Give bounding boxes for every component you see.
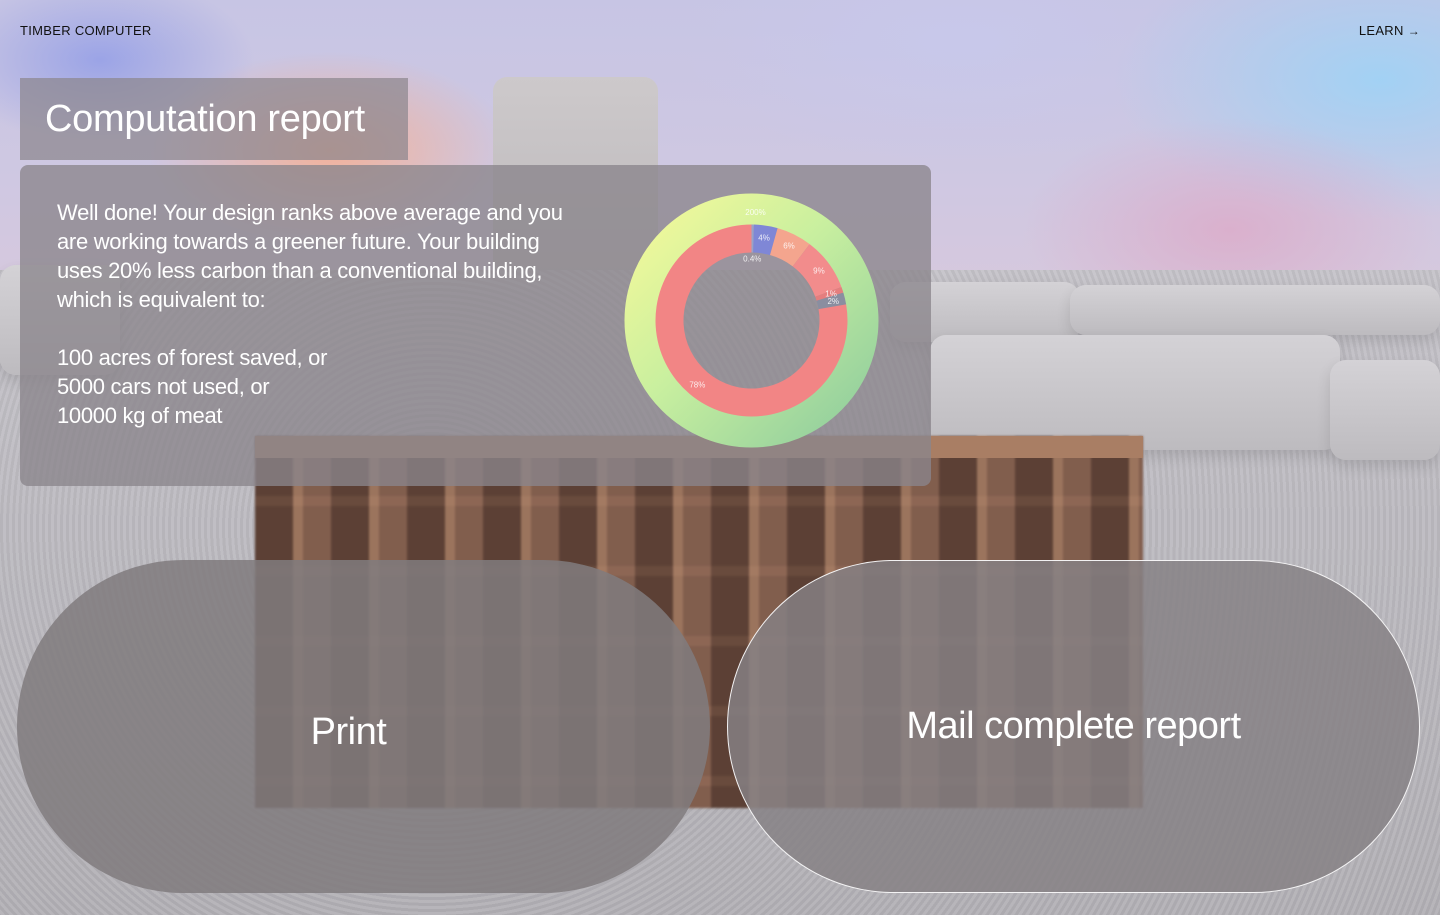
donut-slice-label: 4% [758, 233, 770, 242]
arrow-right-icon: → [1407, 23, 1420, 38]
report-text: Well done! Your design ranks above avera… [57, 198, 577, 430]
learn-link-label: LEARN [1358, 23, 1404, 38]
donut-slice-label: 2% [827, 297, 839, 306]
terrain-block [930, 335, 1340, 450]
print-button-label: Print [310, 711, 387, 753]
report-card: Well done! Your design ranks above avera… [20, 165, 931, 486]
donut-slice-label: 6% [783, 241, 795, 250]
carbon-donut-chart: 200%0.4%4%6%9%1%2%78% [624, 193, 879, 448]
equivalent-item: 100 acres of forest saved, or [57, 345, 328, 370]
page-title-box: Computation report [20, 78, 408, 160]
page-title: Computation report [45, 97, 365, 140]
donut-slice-label: 0.4% [743, 255, 761, 264]
donut-slice-label: 78% [689, 381, 705, 390]
report-summary: Well done! Your design ranks above avera… [57, 200, 563, 312]
learn-link[interactable]: LEARN → [1359, 23, 1420, 38]
terrain-block [1070, 285, 1440, 335]
mail-report-button[interactable]: Mail complete report [727, 560, 1420, 893]
mail-report-button-label: Mail complete report [906, 705, 1241, 747]
donut-slice-label: 9% [813, 266, 825, 275]
equivalent-item: 10000 kg of meat [57, 403, 223, 428]
equivalent-item: 5000 cars not used, or [57, 374, 270, 399]
terrain-block [1330, 360, 1440, 460]
outer-ring-label: 200% [745, 208, 765, 217]
print-button[interactable]: Print [17, 560, 710, 893]
brand-logo: TIMBER COMPUTER [20, 23, 152, 38]
equivalents-list: 100 acres of forest saved, or 5000 cars … [57, 343, 577, 430]
